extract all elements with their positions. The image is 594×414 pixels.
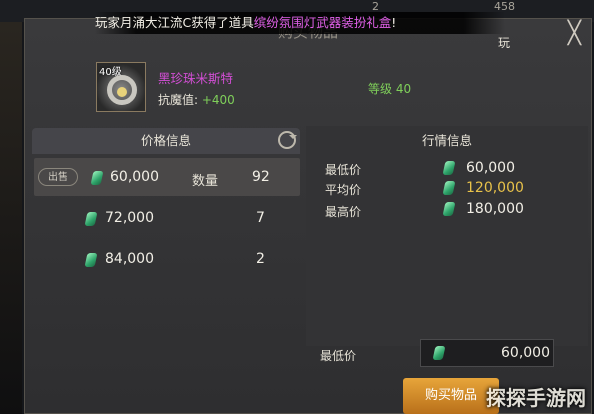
ticker-suffix: ! [391,15,397,30]
item-stat-label: 抗魔值: [158,93,202,107]
item-name: 黑珍珠米斯特 [158,71,234,86]
ticker-tail: 玩 [498,36,511,50]
item-stat: 抗魔值: +400 [158,91,235,108]
price-value: 72,000 [105,210,154,226]
item-level: 等级 40 [368,82,412,96]
sell-badge: 出售 [38,168,78,186]
price-row-2[interactable] [34,200,278,238]
price-row-3[interactable] [34,241,278,279]
close-icon[interactable]: ╳ [568,23,581,45]
price-panel-header: 价格信息 [32,128,300,154]
qty-value: 92 [252,169,270,185]
watermark: 探探手游网 [486,386,586,410]
ticker-prefix: 玩家月涌大江流C获得了道具 [95,15,254,30]
market-value: 180,000 [466,201,524,217]
background-left-strip [0,22,22,414]
refresh-icon[interactable] [278,131,297,149]
item-stat-value: +400 [201,93,235,107]
price-value: 60,000 [110,169,159,185]
min-price-label: 最低价 [320,349,357,363]
market-value: 120,000 [466,180,524,196]
qty-label: 数量 [192,174,219,189]
min-price-value: 60,000 [501,345,550,361]
item-icon: 40级 [96,62,146,112]
market-label: 最高价 [325,205,362,219]
pearl-icon [117,87,127,97]
market-value: 60,000 [466,160,515,176]
market-panel [306,126,588,346]
announcement-ticker: 玩家月涌大江流C获得了道具缤纷氛围灯武器装扮礼盒! [95,12,505,34]
ticker-item: 缤纷氛围灯武器装扮礼盒 [253,15,392,30]
market-label: 平均价 [325,183,362,197]
qty-value: 7 [256,210,265,226]
qty-value: 2 [256,251,265,267]
buy-button[interactable]: 购买物品 [403,378,499,414]
market-panel-header: 行情信息 [421,133,472,148]
market-label: 最低价 [325,163,362,177]
price-value: 84,000 [105,251,154,267]
